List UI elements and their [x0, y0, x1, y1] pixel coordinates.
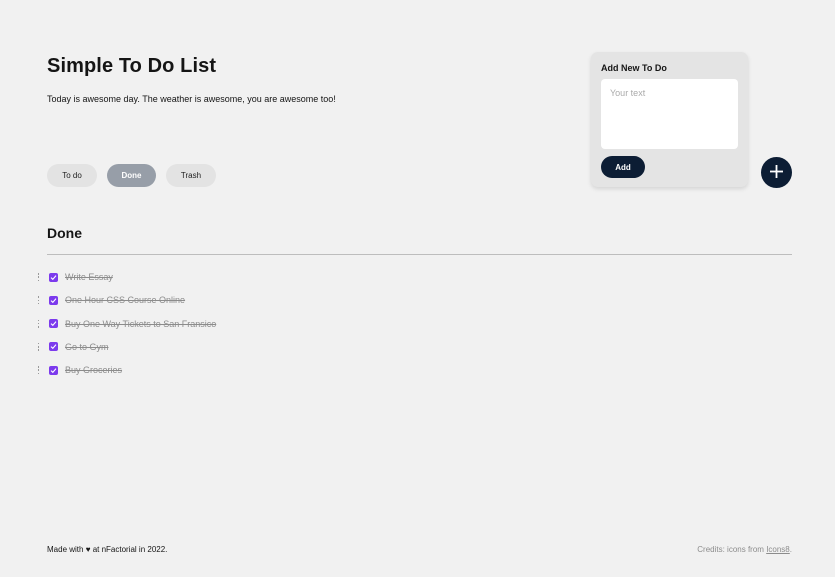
- item-label: One Hour CSS Course Online: [65, 295, 186, 306]
- page-subtitle: Today is awesome day. The weather is awe…: [47, 94, 336, 104]
- list-item[interactable]: Write Essay: [36, 270, 216, 284]
- credits-prefix: Credits: icons from: [697, 545, 764, 554]
- checkbox-checked-icon[interactable]: [49, 342, 58, 352]
- section-divider: [47, 254, 792, 255]
- item-label: Go to Gym: [65, 341, 109, 352]
- list-item[interactable]: Buy Groceries: [36, 363, 216, 377]
- list-item[interactable]: One Hour CSS Course Online: [36, 293, 216, 307]
- drag-handle-icon[interactable]: [36, 366, 40, 375]
- add-todo-title: Add New To Do: [601, 63, 667, 73]
- checkbox-checked-icon[interactable]: [49, 295, 58, 305]
- list-item[interactable]: Go to Gym: [36, 340, 216, 354]
- drag-handle-icon[interactable]: [36, 273, 40, 281]
- heart-icon: ♥: [85, 545, 91, 554]
- checkbox-checked-icon[interactable]: [49, 365, 58, 375]
- drag-handle-icon[interactable]: [36, 296, 40, 305]
- footer-made-suffix: at nFactorial in 2022.: [92, 545, 168, 554]
- page-title: Simple To Do List: [47, 55, 217, 77]
- todo-app: Simple To Do List Today is awesome day. …: [0, 0, 835, 577]
- drag-handle-icon[interactable]: [36, 342, 40, 351]
- add-todo-card: Add New To Do Add: [591, 52, 748, 187]
- drag-handle-icon[interactable]: [36, 319, 40, 328]
- section-title: Done: [47, 225, 82, 241]
- toggle-add-card-button[interactable]: [761, 157, 792, 188]
- filter-tabs: To do Done Trash: [47, 164, 216, 187]
- add-button[interactable]: Add: [601, 156, 645, 178]
- tab-trash[interactable]: Trash: [166, 164, 216, 187]
- item-label: Write Essay: [65, 272, 113, 282]
- item-label: Buy One Way Tickets to San Fransico: [65, 318, 217, 329]
- tab-todo[interactable]: To do: [47, 164, 97, 187]
- list-item[interactable]: Buy One Way Tickets to San Fransico: [36, 317, 216, 331]
- tab-done[interactable]: Done: [107, 164, 156, 187]
- footer-credits: Credits: icons from Icons8.: [697, 545, 792, 554]
- credits-suffix: .: [789, 545, 792, 554]
- footer-made-with: Made with ♥ at nFactorial in 2022.: [47, 545, 167, 554]
- todo-list: Write Essay One Hour CSS Course Online B…: [36, 270, 216, 386]
- item-label: Buy Groceries: [65, 365, 123, 376]
- checkbox-checked-icon[interactable]: [49, 319, 58, 329]
- todo-text-input[interactable]: [601, 79, 738, 149]
- icons8-link[interactable]: Icons8: [766, 545, 790, 554]
- footer-made-prefix: Made with: [47, 545, 84, 554]
- plus-icon: [770, 164, 783, 181]
- checkbox-checked-icon[interactable]: [49, 272, 58, 282]
